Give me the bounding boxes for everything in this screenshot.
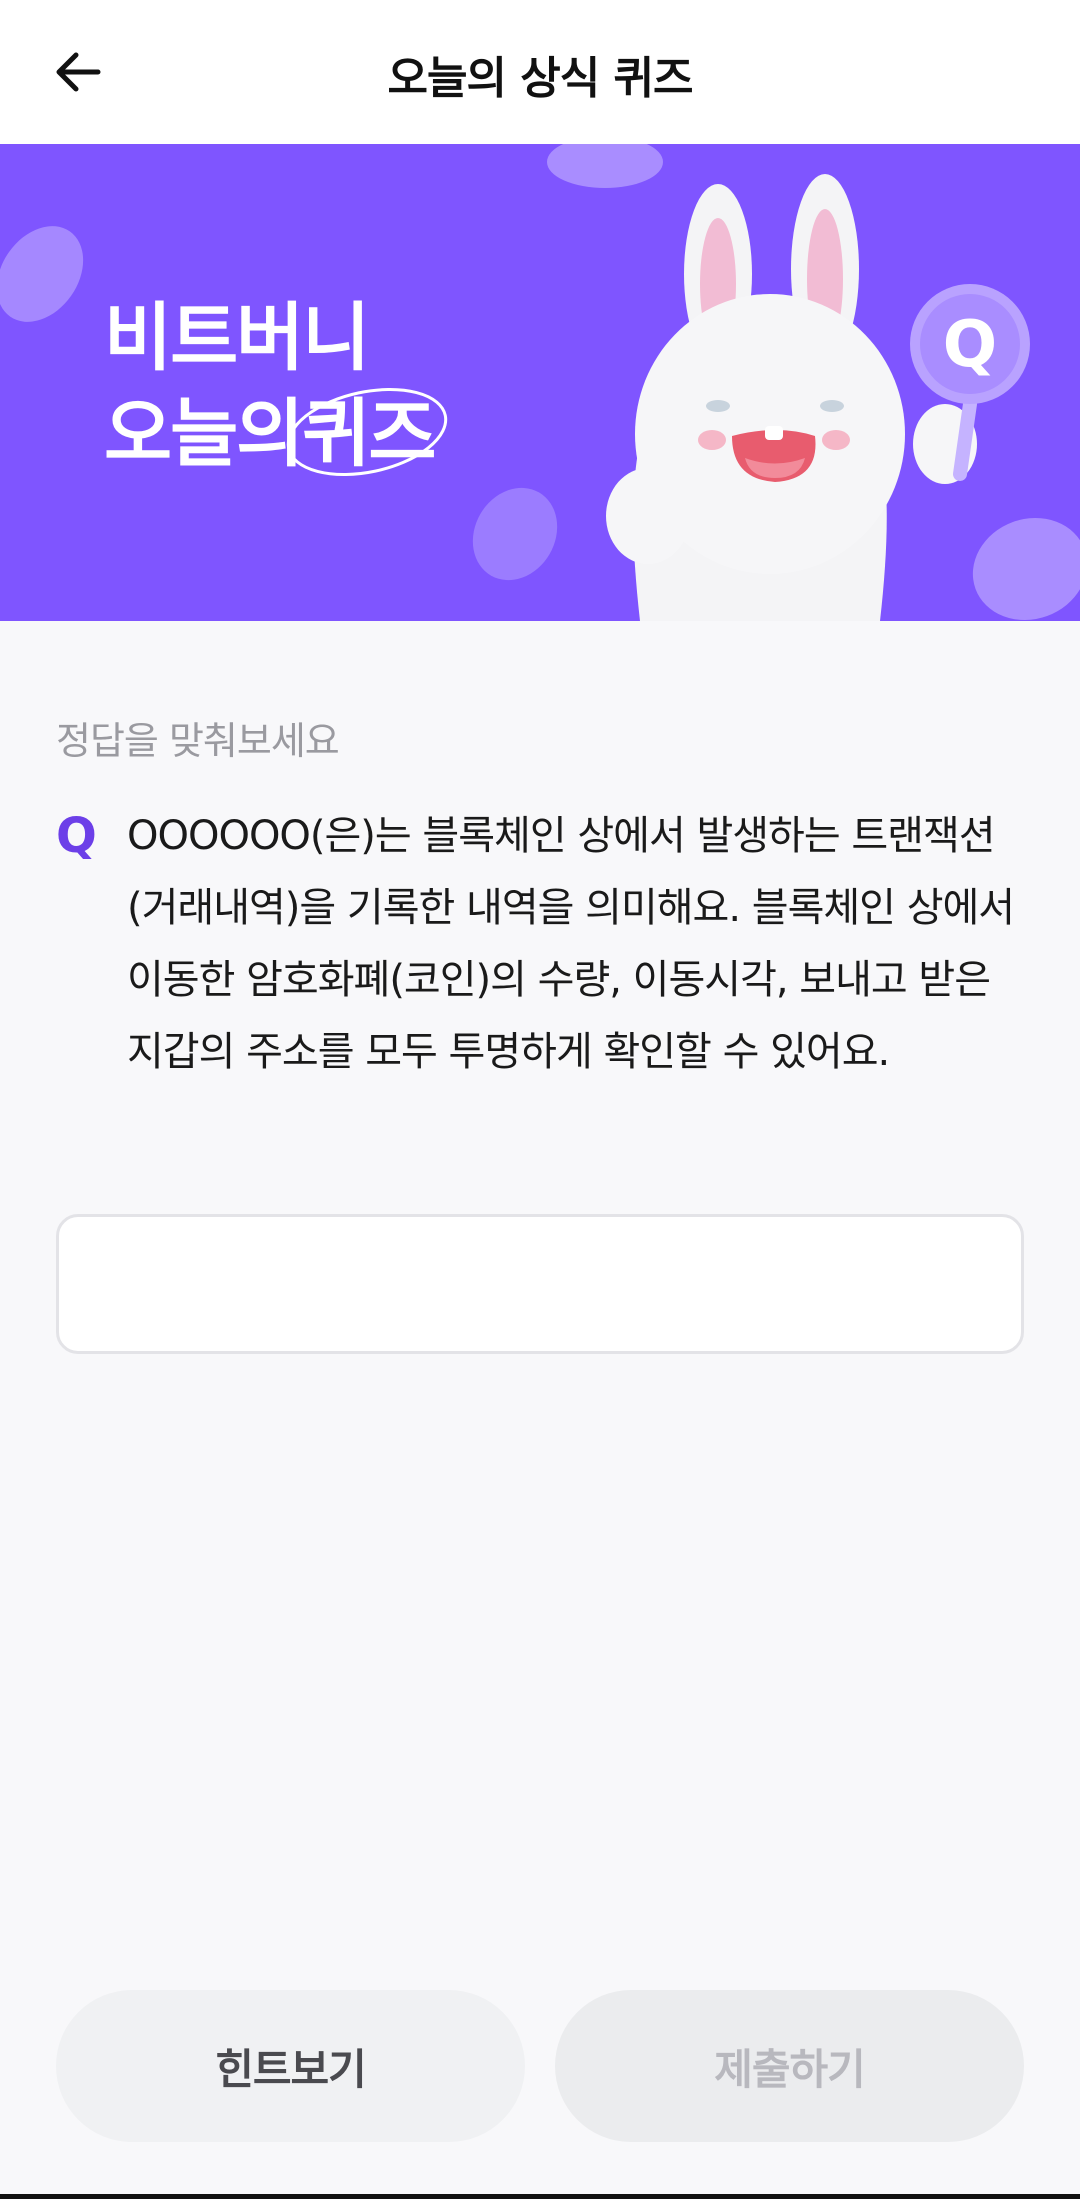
banner-quiz-word: 퀴즈 (287, 386, 448, 482)
submit-button[interactable]: 제출하기 (555, 1990, 1024, 2142)
answer-input[interactable] (56, 1214, 1024, 1354)
hint-button[interactable]: 힌트보기 (56, 1990, 525, 2142)
banner-line-1: 비트버니 (104, 295, 370, 381)
banner-line-2-prefix: 오늘의 (104, 391, 304, 477)
quiz-banner: Q 비트버니 오늘의 퀴즈 (0, 144, 1080, 621)
app-header: 오늘의 상식 퀴즈 (0, 0, 1080, 144)
banner-heading: 비트버니 오늘의 퀴즈 (104, 290, 448, 482)
prompt-text: 정답을 맞춰보세요 (56, 719, 340, 763)
question-marker: Q (56, 808, 97, 864)
q-badge-letter: Q (943, 308, 997, 382)
page-title: 오늘의 상식 퀴즈 (387, 53, 694, 104)
question-text: OOOOOO(은)는 블록체인 상에서 발생하는 트랜잭션(거래내역)을 기록한… (127, 813, 1015, 1075)
bottom-edge (0, 2194, 1080, 2199)
highlight-oval-icon (287, 387, 448, 477)
banner-line-2: 오늘의 퀴즈 (104, 386, 448, 482)
